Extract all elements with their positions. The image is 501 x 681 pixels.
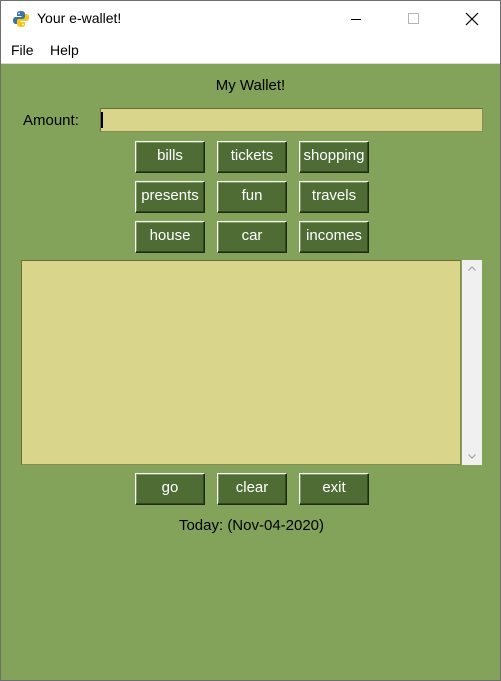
minimize-button[interactable] [333,1,379,37]
house-button[interactable]: house [135,221,205,253]
log-text-area[interactable] [21,260,461,465]
close-icon [465,12,479,26]
scroll-up-button[interactable] [462,260,482,278]
window-title: Your e-wallet! [37,10,122,26]
text-caret [101,112,103,128]
log-scrollbar[interactable] [462,260,482,465]
fun-button[interactable]: fun [217,181,287,213]
today-date: Today: (Nov-04-2020) [178,517,325,534]
title-bar[interactable]: Your e-wallet! [1,1,500,37]
tickets-button[interactable]: tickets [217,141,287,173]
wallet-heading: My Wallet! [215,77,286,94]
menu-bar: File Help [1,37,500,64]
amount-input[interactable] [100,108,483,132]
incomes-button[interactable]: incomes [299,221,369,253]
amount-label: Amount: [23,112,79,129]
chevron-down-icon [468,454,476,459]
python-icon [13,11,29,27]
bills-button[interactable]: bills [135,141,205,173]
maximize-icon [408,13,419,24]
exit-button[interactable]: exit [299,473,369,505]
car-button[interactable]: car [217,221,287,253]
chevron-up-icon [468,266,476,271]
maximize-button[interactable] [391,1,437,37]
scroll-down-button[interactable] [462,447,482,465]
app-window: Your e-wallet! File Help My Wallet! Amou… [0,0,501,681]
shopping-button[interactable]: shopping [299,141,369,173]
menu-file[interactable]: File [11,42,34,58]
minimize-icon [351,19,361,20]
clear-button[interactable]: clear [217,473,287,505]
travels-button[interactable]: travels [299,181,369,213]
close-button[interactable] [449,1,495,37]
go-button[interactable]: go [135,473,205,505]
menu-help[interactable]: Help [50,42,79,58]
presents-button[interactable]: presents [135,181,205,213]
